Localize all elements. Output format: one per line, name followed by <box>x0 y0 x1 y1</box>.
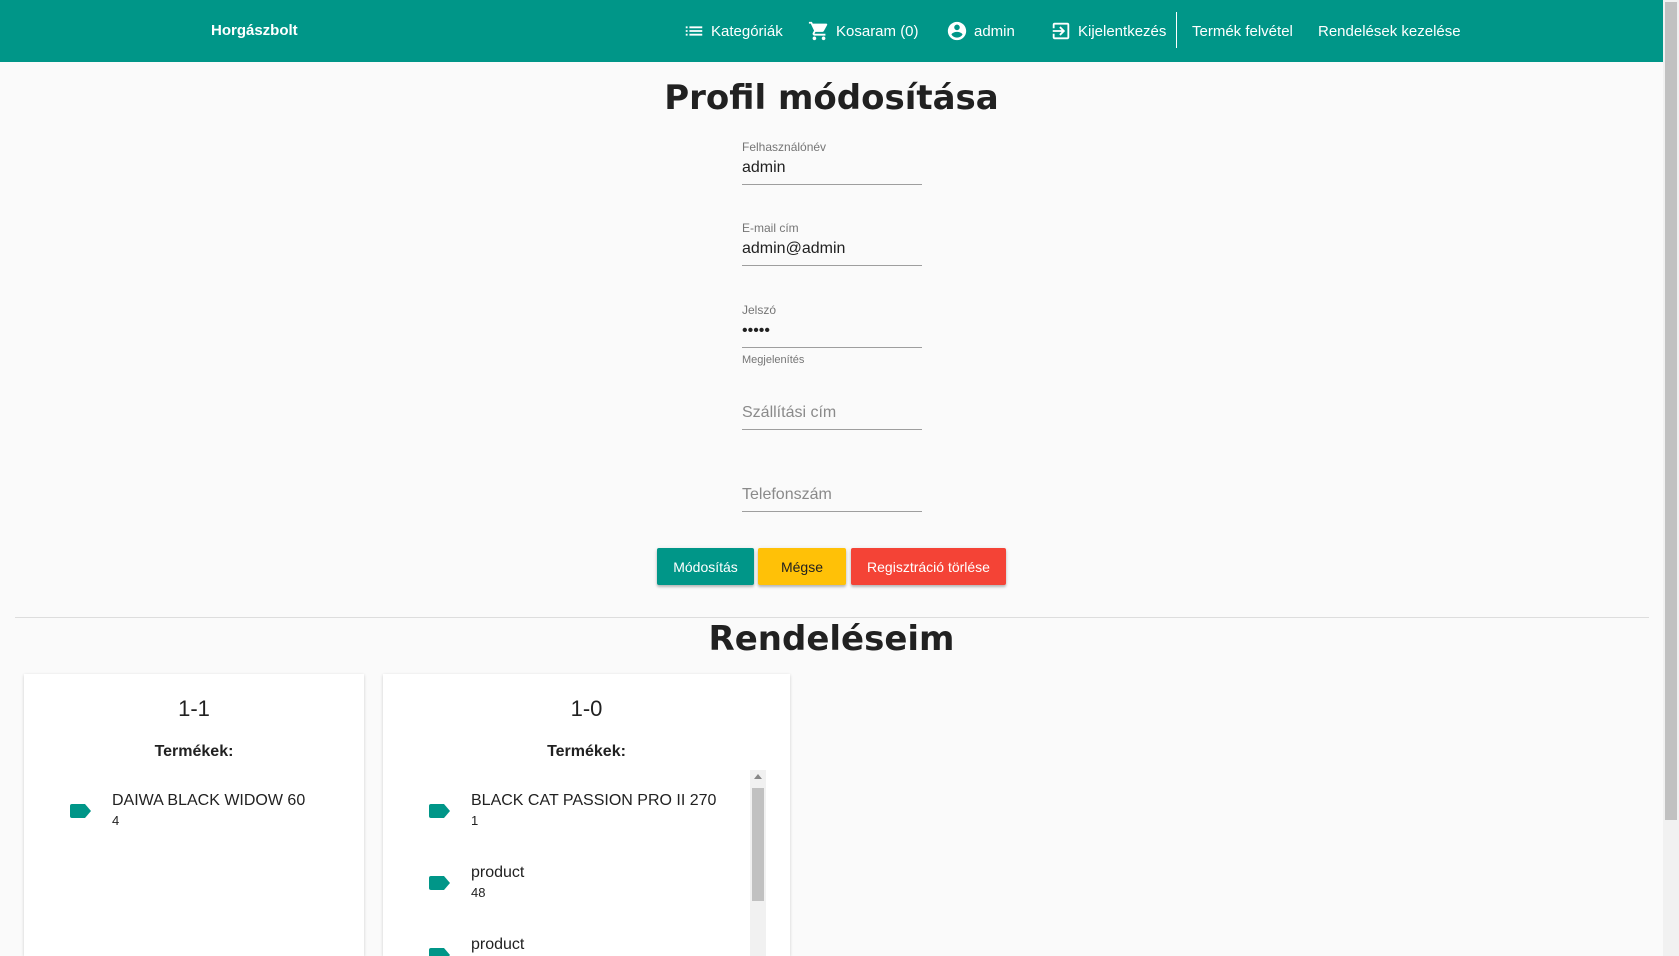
order-item-name: product <box>471 936 525 953</box>
address-field[interactable]: Szállítási cím <box>742 401 922 430</box>
shopping-cart-icon <box>808 21 828 41</box>
email-input[interactable]: admin@admin <box>742 237 922 261</box>
email-label: E-mail cím <box>742 221 799 235</box>
nav-profile-label: admin <box>974 22 1015 40</box>
email-underline <box>742 265 922 266</box>
nav-categories-label: Kategóriák <box>711 22 783 40</box>
email-field[interactable]: E-mail cím admin@admin <box>742 221 922 266</box>
order-item: product 48 <box>429 864 749 924</box>
profile-title: Profil módosítása <box>664 78 999 118</box>
brand-logo[interactable]: Horgászbolt <box>211 22 298 39</box>
page-scrollbar-thumb[interactable] <box>1665 2 1677 820</box>
order-list-scrollbar-thumb[interactable] <box>752 788 764 901</box>
nav-add-product-label: Termék felvétel <box>1192 22 1293 40</box>
password-underline <box>742 347 922 348</box>
orders-title: Rendeléseim <box>708 619 955 659</box>
username-input[interactable]: admin <box>742 156 922 180</box>
show-password-toggle[interactable]: Megjelenítés <box>742 354 804 366</box>
username-field[interactable]: Felhasználónév admin <box>742 140 922 185</box>
order-products-label: Termékek: <box>547 743 626 760</box>
list-icon <box>685 26 703 36</box>
nav-logout-label: Kijelentkezés <box>1078 22 1167 40</box>
address-input[interactable]: Szállítási cím <box>742 401 922 425</box>
order-card: 1-0 Termékek: BLACK CAT PASSION PRO II 2… <box>383 674 790 956</box>
section-divider <box>15 617 1649 618</box>
top-navbar: Horgászbolt Kategóriák Kosaram (0) admin… <box>0 0 1663 62</box>
delete-account-button[interactable]: Regisztráció törlése <box>851 548 1006 585</box>
nav-manage-orders[interactable]: Rendelések kezelése <box>1318 0 1461 62</box>
order-products-label: Termékek: <box>154 743 234 760</box>
nav-manage-orders-label: Rendelések kezelése <box>1318 22 1461 40</box>
username-label: Felhasználónév <box>742 140 827 154</box>
order-item-name: product <box>471 864 525 881</box>
order-item: BLACK CAT PASSION PRO II 270 1 <box>429 792 749 852</box>
label-tag-icon <box>429 804 453 818</box>
order-item-name: DAIWA BLACK WIDOW 60 <box>112 792 306 809</box>
order-id: 1-0 <box>570 696 603 721</box>
label-tag-icon <box>429 876 453 890</box>
order-item-qty: 48 <box>471 885 486 900</box>
order-item-qty: 4 <box>112 813 120 828</box>
label-tag-icon <box>429 948 453 956</box>
order-id: 1-1 <box>178 696 210 721</box>
scroll-up-arrow-icon[interactable] <box>754 774 762 779</box>
label-tag-icon <box>70 804 94 818</box>
nav-categories[interactable]: Kategóriák <box>683 0 783 62</box>
password-input[interactable]: ••••• <box>742 319 922 343</box>
account-circle-icon <box>947 21 967 41</box>
nav-cart[interactable]: Kosaram (0) <box>808 0 919 62</box>
nav-logout[interactable]: Kijelentkezés <box>1050 0 1166 62</box>
save-button[interactable]: Módosítás <box>657 548 754 585</box>
password-field[interactable]: Jelszó ••••• <box>742 303 922 348</box>
username-underline <box>742 184 922 185</box>
cancel-button[interactable]: Mégse <box>758 548 846 585</box>
nav-profile[interactable]: admin <box>946 0 1015 62</box>
nav-cart-label: Kosaram (0) <box>836 22 919 40</box>
phone-field[interactable]: Telefonszám <box>742 483 922 512</box>
order-item: DAIWA BLACK WIDOW 60 4 <box>70 792 350 852</box>
phone-input[interactable]: Telefonszám <box>742 483 922 507</box>
address-underline <box>742 429 922 430</box>
order-item-qty: 1 <box>471 813 479 828</box>
page-scrollbar[interactable] <box>1663 0 1679 956</box>
order-item: product <box>429 936 749 956</box>
order-list-scrollbar[interactable] <box>750 770 766 956</box>
order-card: 1-1 Termékek: DAIWA BLACK WIDOW 60 4 <box>24 674 364 956</box>
password-label: Jelszó <box>742 303 777 317</box>
nav-divider <box>1176 12 1177 48</box>
nav-add-product[interactable]: Termék felvétel <box>1192 0 1293 62</box>
phone-underline <box>742 511 922 512</box>
order-item-name: BLACK CAT PASSION PRO II 270 <box>471 792 717 809</box>
logout-icon <box>1052 22 1070 40</box>
